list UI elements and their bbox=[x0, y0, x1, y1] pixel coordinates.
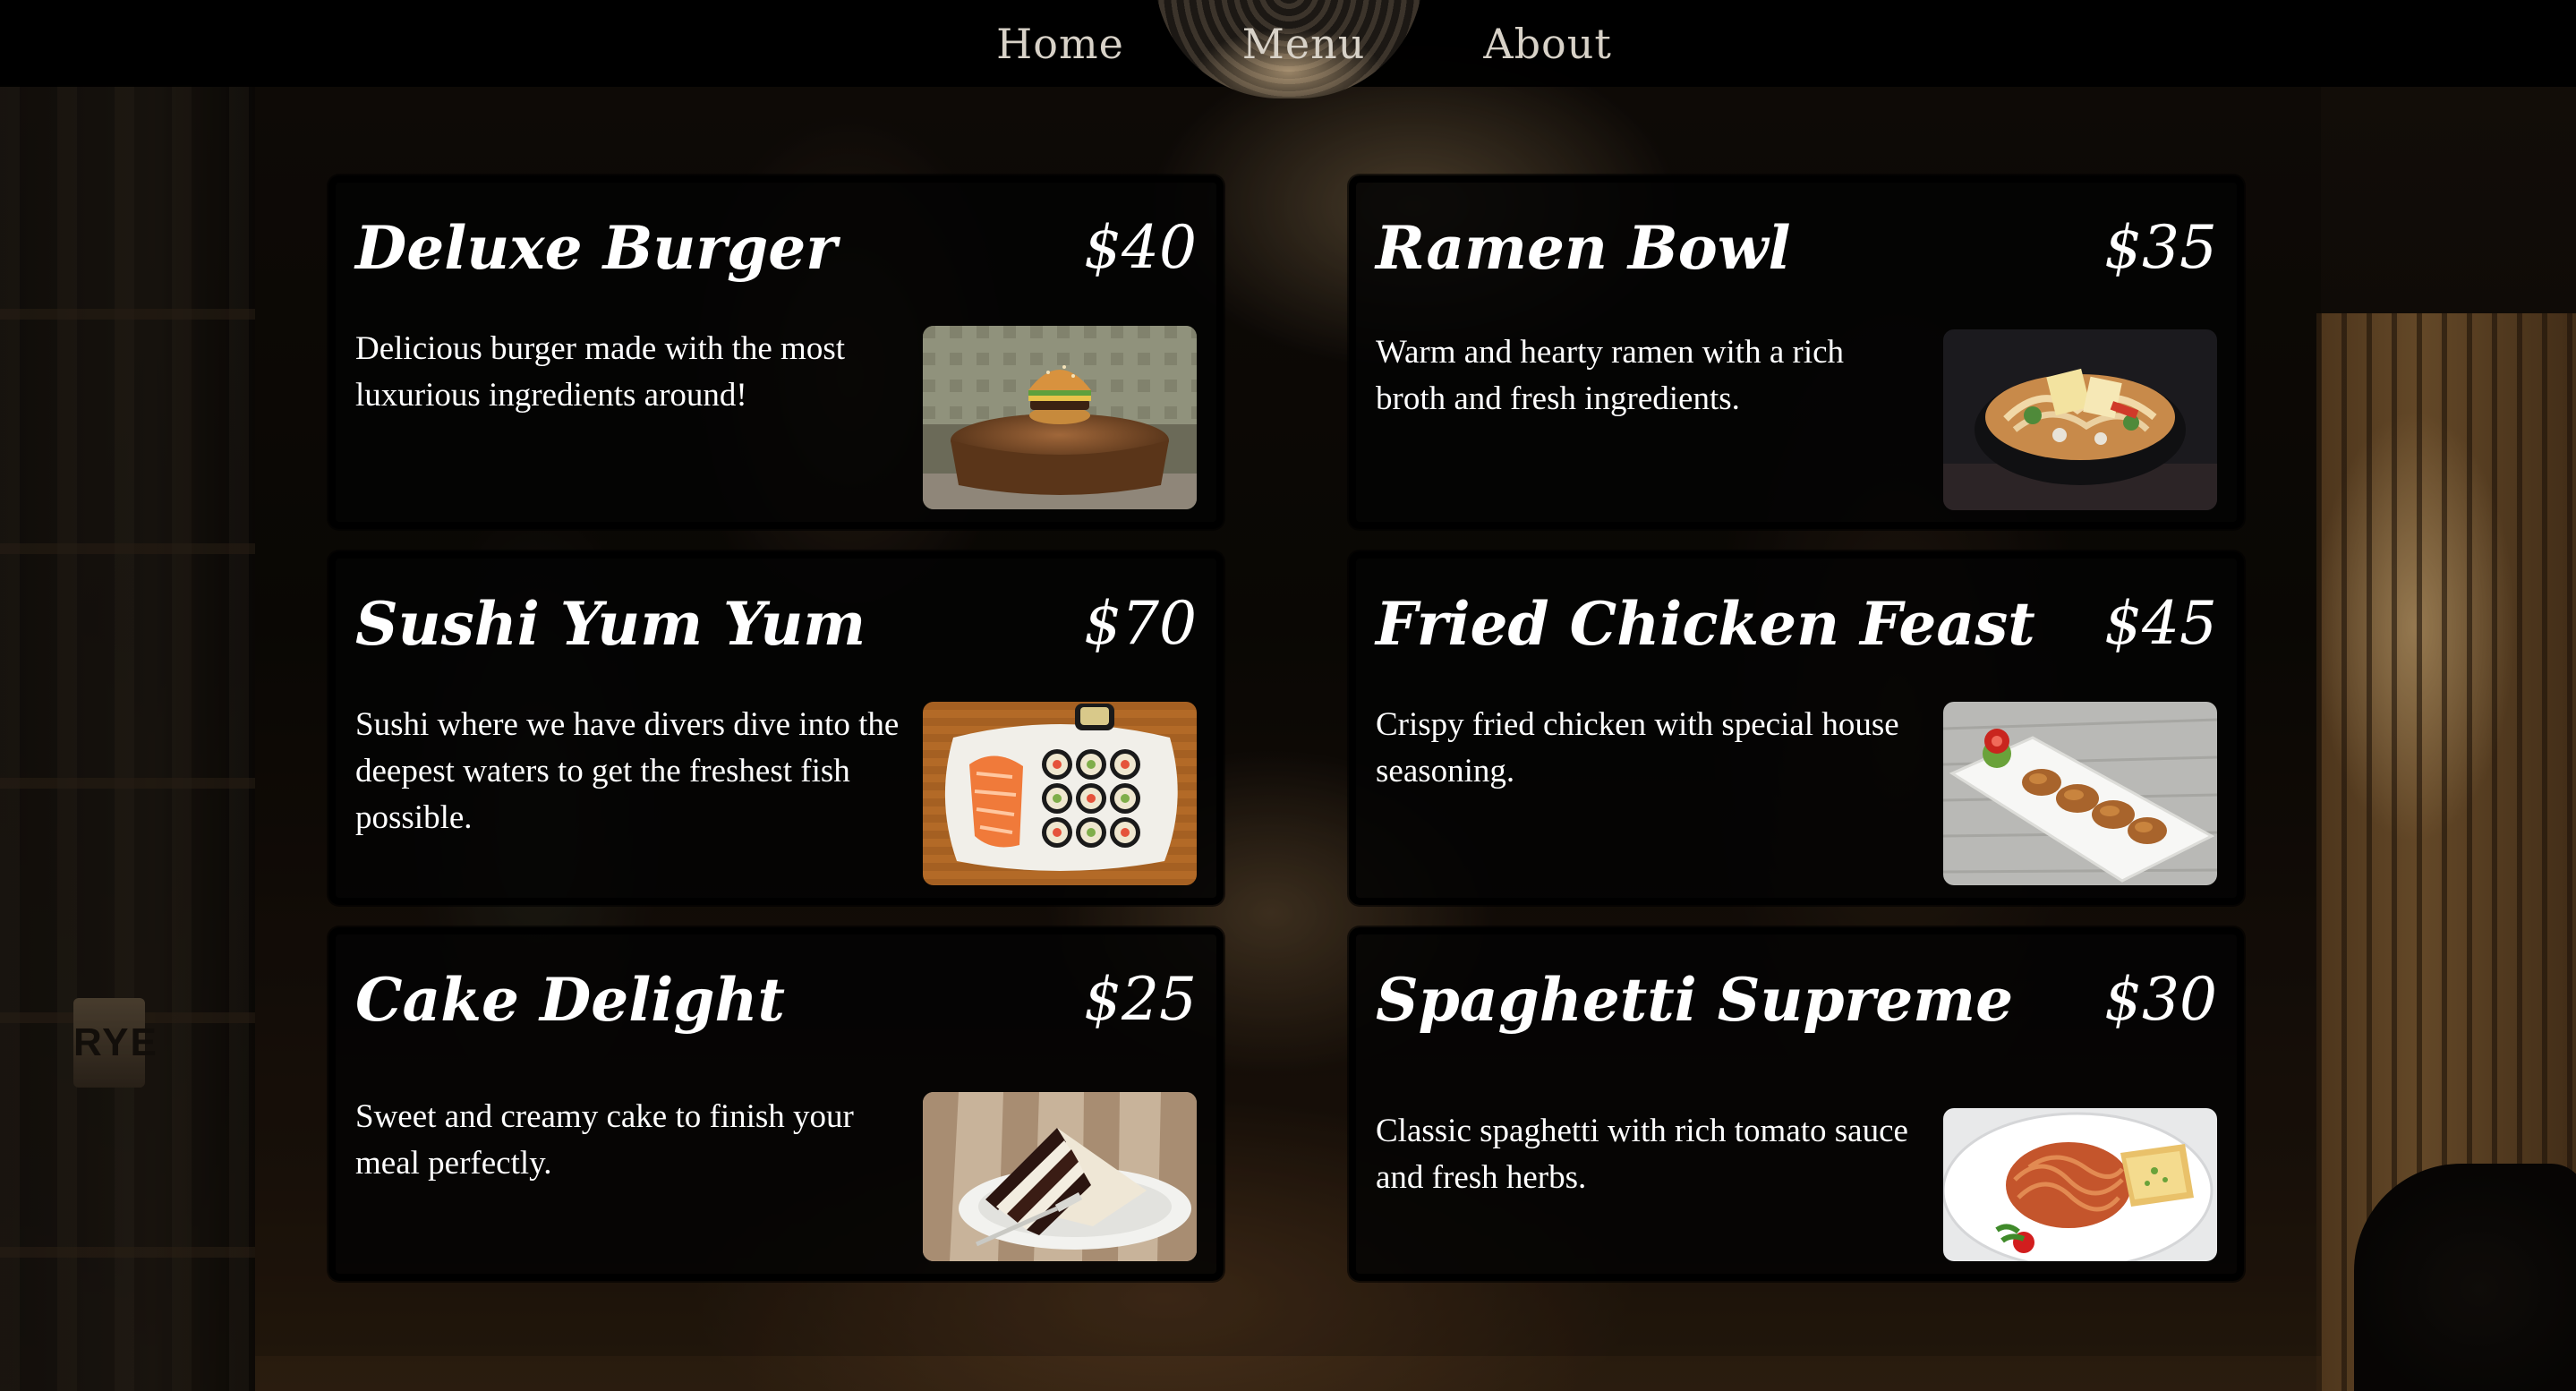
menu-item-name: Ramen Bowl bbox=[1376, 213, 1791, 283]
menu-card-spaghetti-supreme[interactable]: Spaghetti Supreme $30 Classic spaghetti … bbox=[1349, 927, 2244, 1281]
menu-item-name: Fried Chicken Feast bbox=[1376, 589, 2035, 659]
nav-home-link[interactable]: Home bbox=[937, 20, 1183, 68]
menu-item-price: $25 bbox=[1084, 965, 1197, 1034]
menu-card-cake-delight[interactable]: Cake Delight $25 Sweet and creamy cake t… bbox=[328, 927, 1224, 1281]
menu-item-price: $40 bbox=[1084, 213, 1197, 282]
menu-card-deluxe-burger[interactable]: Deluxe Burger $40 Delicious burger made … bbox=[328, 175, 1224, 529]
menu-item-name: Spaghetti Supreme bbox=[1376, 965, 2014, 1035]
menu-item-description: Classic spaghetti with rich tomato sauce… bbox=[1376, 1113, 1908, 1196]
menu-grid: Deluxe Burger $40 Delicious burger made … bbox=[328, 175, 2244, 1281]
menu-item-description: Sweet and creamy cake to finish your mea… bbox=[355, 1098, 854, 1182]
menu-card-sushi-yum-yum[interactable]: Sushi Yum Yum $70 Sushi where we have di… bbox=[328, 551, 1224, 905]
nav-about-link[interactable]: About bbox=[1424, 20, 1670, 68]
menu-item-name: Sushi Yum Yum bbox=[355, 589, 866, 659]
menu-item-name: Cake Delight bbox=[355, 965, 785, 1035]
menu-card-fried-chicken-feast[interactable]: Fried Chicken Feast $45 Crispy fried chi… bbox=[1349, 551, 2244, 905]
burger-on-wood-slab-image bbox=[923, 326, 1197, 509]
menu-item-description: Delicious burger made with the most luxu… bbox=[355, 330, 846, 414]
spaghetti-plate-image bbox=[1943, 1108, 2217, 1261]
menu-item-description: Crispy fried chicken with special house … bbox=[1376, 706, 1899, 789]
top-navbar: Home Menu About bbox=[0, 0, 2576, 98]
menu-item-price: $30 bbox=[2104, 965, 2217, 1034]
fried-chicken-platter-image bbox=[1943, 702, 2217, 885]
menu-card-ramen-bowl[interactable]: Ramen Bowl $35 Warm and hearty ramen wit… bbox=[1349, 175, 2244, 529]
menu-item-name: Deluxe Burger bbox=[355, 213, 838, 283]
menu-item-price: $35 bbox=[2104, 213, 2217, 282]
menu-item-description: Warm and hearty ramen with a rich broth … bbox=[1376, 334, 1845, 417]
nav-menu-link[interactable]: Menu bbox=[1183, 20, 1425, 68]
menu-item-price: $45 bbox=[2104, 589, 2217, 658]
nav-links: Home Menu About bbox=[0, 0, 2576, 87]
sushi-plate-image bbox=[923, 702, 1197, 885]
menu-item-description: Sushi where we have divers dive into the… bbox=[355, 706, 900, 836]
menu-item-price: $70 bbox=[1084, 589, 1197, 658]
chocolate-cake-slice-image bbox=[923, 1092, 1197, 1261]
ramen-bowl-image bbox=[1943, 329, 2217, 510]
